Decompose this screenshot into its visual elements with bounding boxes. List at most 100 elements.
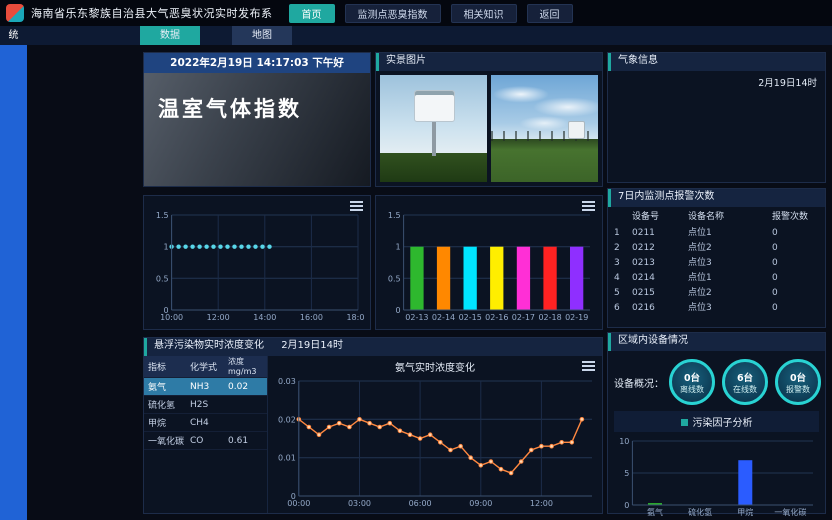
- sidebar: 统: [0, 26, 27, 520]
- svg-text:18:00: 18:00: [346, 313, 364, 322]
- topbar: 海南省乐东黎族自治县大气恶臭状况实时发布系 首页监测点恶臭指数相关知识返回: [0, 0, 832, 26]
- svg-text:0.02: 0.02: [278, 415, 296, 424]
- chart-menu-icon[interactable]: [582, 201, 595, 211]
- pollutants-panel: 悬浮污染物实时浓度变化 2月19日14时 指标 化学式 浓度mg/m3 氨气NH…: [143, 337, 603, 514]
- chart-menu-icon[interactable]: [350, 201, 363, 211]
- pollutant-table-head: 指标 化学式 浓度mg/m3: [144, 356, 267, 378]
- alarm-header: 7日内监测点报警次数: [608, 189, 825, 207]
- svg-text:02-18: 02-18: [538, 313, 561, 322]
- col-device-name: 设备名称: [688, 209, 772, 226]
- device-stat-circle: 6台在线数: [722, 359, 768, 405]
- alarm-row: 10211点位10: [608, 226, 825, 241]
- svg-text:02-15: 02-15: [459, 313, 482, 322]
- svg-text:1.5: 1.5: [388, 211, 401, 220]
- site-photo-2: [491, 75, 598, 182]
- svg-text:02-14: 02-14: [432, 313, 455, 322]
- greeting-panel: 2022年2月19日 14:17:03 下午好 温室气体指数: [143, 52, 371, 187]
- svg-text:0.5: 0.5: [156, 274, 169, 283]
- pollutants-date: 2月19日14时: [281, 340, 343, 351]
- svg-text:16:00: 16:00: [300, 313, 323, 322]
- teal-bullet-icon: [681, 419, 688, 426]
- svg-text:03:00: 03:00: [348, 499, 371, 508]
- svg-text:02-17: 02-17: [512, 313, 535, 322]
- tab-bar: 数据 地图: [27, 26, 832, 45]
- main-content: 2022年2月19日 14:17:03 下午好 温室气体指数 实景图片 气象信息…: [27, 45, 832, 520]
- nav-back[interactable]: 返回: [527, 4, 573, 23]
- daily-bars-panel: 00.511.502-1302-1402-1502-1602-1702-1802…: [375, 195, 603, 330]
- svg-text:02-13: 02-13: [405, 313, 428, 322]
- svg-text:00:00: 00:00: [287, 499, 310, 508]
- datetime-display: 2022年2月19日 14:17:03 下午好: [144, 53, 370, 73]
- col-formula: 化学式: [190, 360, 228, 373]
- monitor-cabinet-shape: [414, 90, 455, 122]
- photos-header: 实景图片: [376, 53, 602, 71]
- station-shape: [568, 121, 585, 139]
- device-stat-circle: 0台报警数: [775, 359, 821, 405]
- alarm-row: 40214点位10: [608, 271, 825, 286]
- app-title: 海南省乐东黎族自治县大气恶臭状况实时发布系: [31, 5, 273, 21]
- nav-home[interactable]: 首页: [289, 4, 335, 23]
- devices-panel: 区域内设备情况 设备概况： 0台离线数6台在线数0台报警数 污染因子分析 051…: [607, 332, 826, 514]
- svg-text:硫化氢: 硫化氢: [688, 507, 712, 517]
- tab-data[interactable]: 数据: [140, 26, 200, 45]
- svg-text:1: 1: [396, 243, 401, 252]
- pollutant-row[interactable]: 硫化氢H2S: [144, 396, 267, 414]
- top-nav: 首页监测点恶臭指数相关知识返回: [289, 4, 573, 23]
- col-indicator: 指标: [148, 360, 190, 373]
- monitor-pole-shape: [432, 122, 436, 156]
- svg-text:12:00: 12:00: [530, 499, 553, 508]
- svg-text:10:00: 10:00: [160, 313, 183, 322]
- device-stat-circle: 0台离线数: [669, 359, 715, 405]
- alarm-table-body: 10211点位1020212点位2030213点位3040214点位105021…: [608, 226, 825, 316]
- svg-text:14:00: 14:00: [253, 313, 276, 322]
- pollutants-title: 悬浮污染物实时浓度变化: [154, 340, 264, 351]
- chart-menu-icon[interactable]: [582, 361, 595, 371]
- app-logo-icon: [6, 4, 24, 22]
- index-trend-chart: 00.511.510:0012:0014:0016:0018:00: [148, 208, 364, 325]
- nav-odor-index[interactable]: 监测点恶臭指数: [345, 4, 441, 23]
- nh3-chart-title: 氨气实时浓度变化: [268, 356, 602, 374]
- photo-row: [376, 71, 602, 186]
- factor-analysis-title: 污染因子分析: [614, 411, 819, 432]
- pollutant-row[interactable]: 氨气NH30.02: [144, 378, 267, 396]
- col-device-id: 设备号: [632, 209, 688, 226]
- svg-text:0: 0: [396, 306, 401, 315]
- alarm-panel: 7日内监测点报警次数 设备号 设备名称 报警次数 10211点位1020212点…: [607, 188, 826, 328]
- svg-text:氨气: 氨气: [647, 507, 663, 517]
- alarm-row: 30213点位30: [608, 256, 825, 271]
- svg-text:一氧化碳: 一氧化碳: [774, 507, 806, 517]
- svg-text:1.5: 1.5: [156, 211, 169, 220]
- pollutant-row[interactable]: 甲烷CH4: [144, 414, 267, 432]
- nav-knowledge[interactable]: 相关知识: [451, 4, 517, 23]
- svg-text:0: 0: [624, 501, 629, 510]
- weather-date: 2月19日14时: [758, 75, 817, 89]
- device-overview-label: 设备概况：: [614, 375, 664, 390]
- index-trend-panel: 00.511.510:0012:0014:0016:0018:00: [143, 195, 371, 330]
- sidebar-label: 统: [0, 26, 27, 45]
- nh3-trend-chart: 00.010.020.0300:0003:0006:0009:0012:00: [270, 374, 598, 511]
- svg-text:0.01: 0.01: [278, 454, 296, 463]
- alarm-row: 60216点位30: [608, 301, 825, 316]
- svg-text:02-19: 02-19: [565, 313, 588, 322]
- site-photo-1: [380, 75, 487, 182]
- tab-map[interactable]: 地图: [232, 26, 292, 45]
- alarm-table-head: 设备号 设备名称 报警次数: [608, 209, 825, 226]
- pollutant-table-body: 氨气NH30.02硫化氢H2S甲烷CH4一氧化碳CO0.61: [144, 378, 267, 450]
- site-photos-panel: 实景图片: [375, 52, 603, 187]
- pollutant-row[interactable]: 一氧化碳CO0.61: [144, 432, 267, 450]
- factor-analysis-chart: 0510氨气硫化氢甲烷一氧化碳: [614, 434, 819, 520]
- svg-text:09:00: 09:00: [469, 499, 492, 508]
- svg-text:1: 1: [164, 243, 169, 252]
- alarm-row: 20212点位20: [608, 241, 825, 256]
- svg-text:5: 5: [624, 469, 629, 478]
- index-banner: 温室气体指数: [144, 73, 370, 186]
- pollutants-body: 指标 化学式 浓度mg/m3 氨气NH30.02硫化氢H2S甲烷CH4一氧化碳C…: [144, 356, 602, 513]
- svg-text:甲烷: 甲烷: [737, 507, 753, 517]
- devices-header: 区域内设备情况: [608, 333, 825, 351]
- col-concentration: 浓度mg/m3: [228, 357, 263, 375]
- svg-text:06:00: 06:00: [409, 499, 432, 508]
- pollutant-table: 指标 化学式 浓度mg/m3 氨气NH30.02硫化氢H2S甲烷CH4一氧化碳C…: [144, 356, 268, 513]
- svg-text:02-16: 02-16: [485, 313, 508, 322]
- weather-header: 气象信息: [608, 53, 825, 71]
- col-alarm-count: 报警次数: [772, 209, 819, 226]
